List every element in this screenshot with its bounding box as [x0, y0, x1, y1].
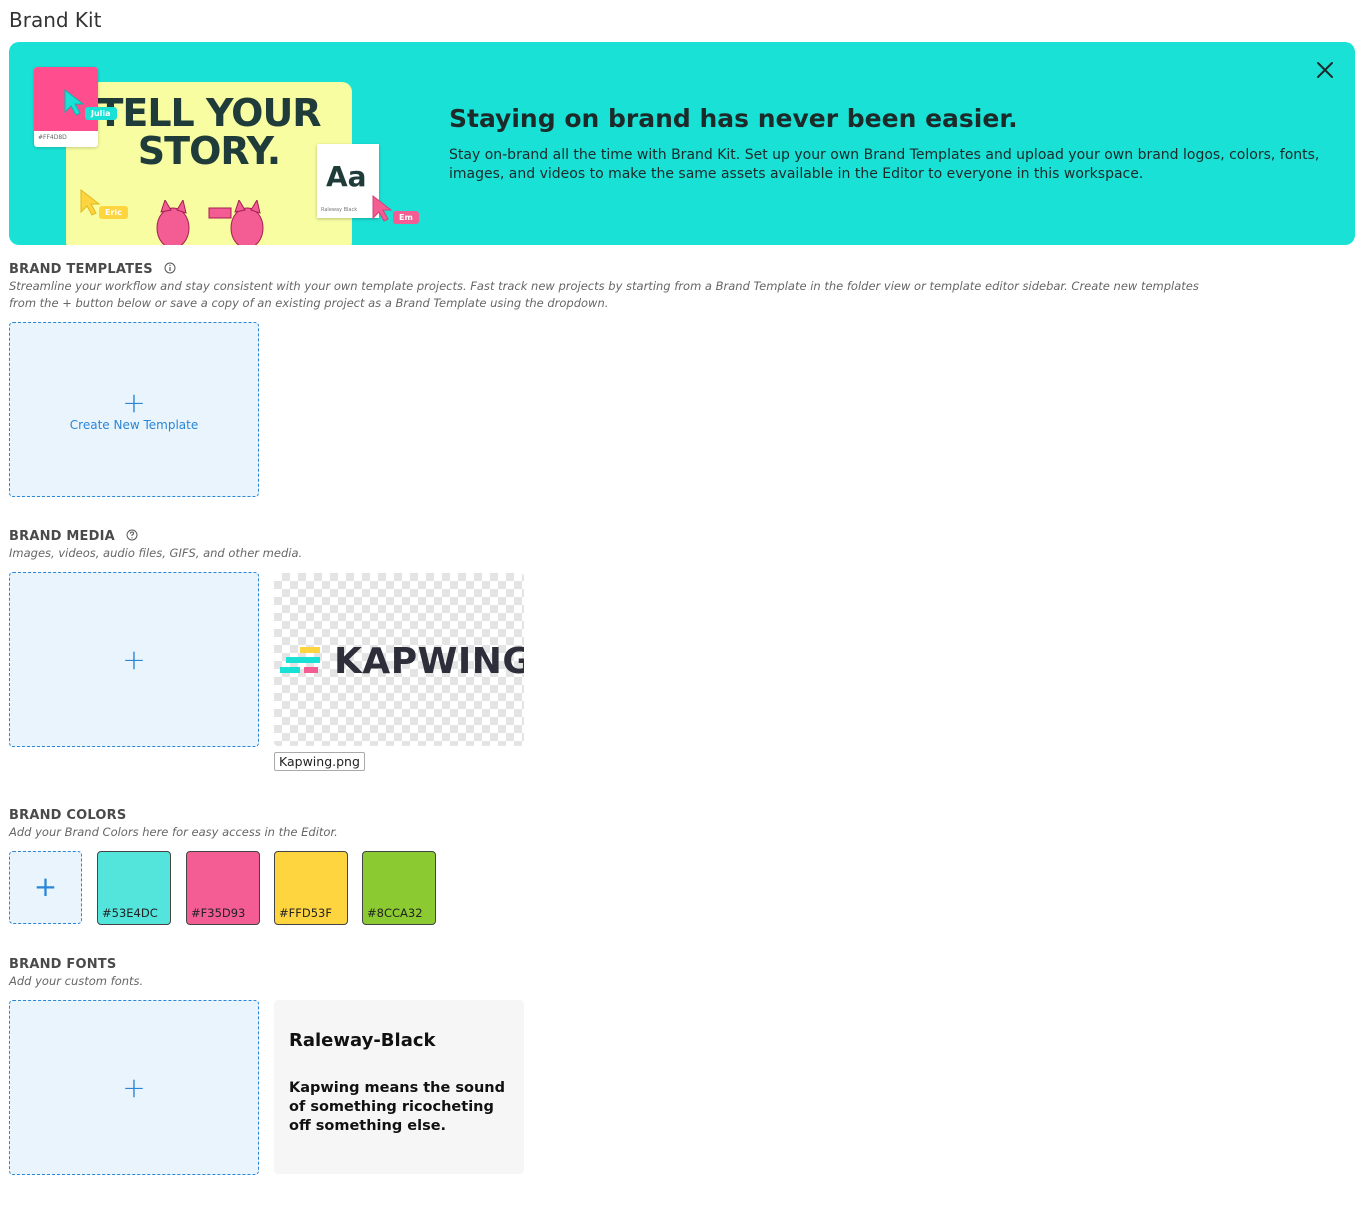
kapwing-mark-icon — [280, 647, 320, 673]
color-hex-label: #8CCA32 — [367, 906, 423, 920]
add-color-button[interactable]: + — [9, 851, 82, 924]
banner-description: Stay on-brand all the time with Brand Ki… — [449, 147, 1320, 182]
font-name: Raleway-Black — [289, 1030, 436, 1051]
add-media-button[interactable]: + — [9, 572, 259, 747]
art-tag-julia: Julia — [85, 107, 117, 120]
color-swatch[interactable]: #53E4DC — [97, 851, 171, 925]
plus-icon: + — [122, 1071, 146, 1104]
art-tag-em: Em — [393, 211, 419, 224]
media-item-thumbnail[interactable]: KAPWING — [274, 573, 524, 746]
brand-media-title: BRAND MEDIA — [9, 529, 138, 544]
color-swatch[interactable]: #FFD53F — [274, 851, 348, 925]
color-swatch[interactable]: #8CCA32 — [362, 851, 436, 925]
plus-icon: + — [33, 869, 58, 903]
color-hex-label: #FFD53F — [279, 906, 332, 920]
kapwing-logo-text: KAPWING — [334, 641, 524, 682]
media-item-name[interactable]: Kapwing.png — [274, 752, 365, 771]
cursor-icon — [64, 88, 85, 116]
brand-media-description: Images, videos, audio files, GIFS, and o… — [9, 546, 303, 560]
brand-templates-title: BRAND TEMPLATES — [9, 262, 176, 277]
color-hex-label: #F35D93 — [191, 906, 246, 920]
brand-kit-banner: TELL YOUR STORY. #FF4D8D Julia Eric Aa R… — [9, 42, 1355, 245]
color-hex-label: #53E4DC — [102, 906, 158, 920]
banner-illustration: TELL YOUR STORY. #FF4D8D Julia Eric Aa R… — [9, 42, 439, 245]
cursor-icon — [372, 194, 393, 222]
plus-icon: + — [122, 643, 146, 676]
close-icon — [1317, 62, 1333, 78]
font-sample-text: Kapwing means the sound of something ric… — [289, 1080, 505, 1134]
brand-colors-title: BRAND COLORS — [9, 808, 127, 823]
add-font-button[interactable]: + — [9, 1000, 259, 1175]
brand-templates-description: Streamline your workflow and stay consis… — [9, 279, 1199, 310]
art-tag-eric: Eric — [99, 206, 128, 219]
cats-illustration — [156, 200, 264, 245]
brand-colors-description: Add your Brand Colors here for easy acce… — [9, 825, 338, 839]
color-swatch[interactable]: #F35D93 — [186, 851, 260, 925]
create-new-template-button[interactable]: + Create New Template — [9, 322, 259, 497]
art-headline: TELL YOUR STORY. — [97, 91, 321, 173]
art-font-card: Aa Raleway Black — [317, 144, 379, 218]
info-icon[interactable] — [164, 262, 176, 274]
create-template-label: Create New Template — [69, 418, 199, 432]
brand-fonts-title: BRAND FONTS — [9, 957, 117, 972]
font-card[interactable]: Raleway-Black Kapwing means the sound of… — [274, 1000, 524, 1174]
help-icon[interactable] — [126, 529, 138, 541]
plus-icon: + — [122, 386, 146, 419]
page-title: Brand Kit — [9, 8, 102, 32]
art-swatch-hex: #FF4D8D — [38, 134, 67, 141]
banner-heading: Staying on brand has never been easier. — [449, 104, 1018, 133]
brand-fonts-description: Add your custom fonts. — [9, 974, 144, 988]
close-banner-button[interactable] — [1313, 58, 1337, 82]
kapwing-logo: KAPWING — [280, 641, 524, 682]
